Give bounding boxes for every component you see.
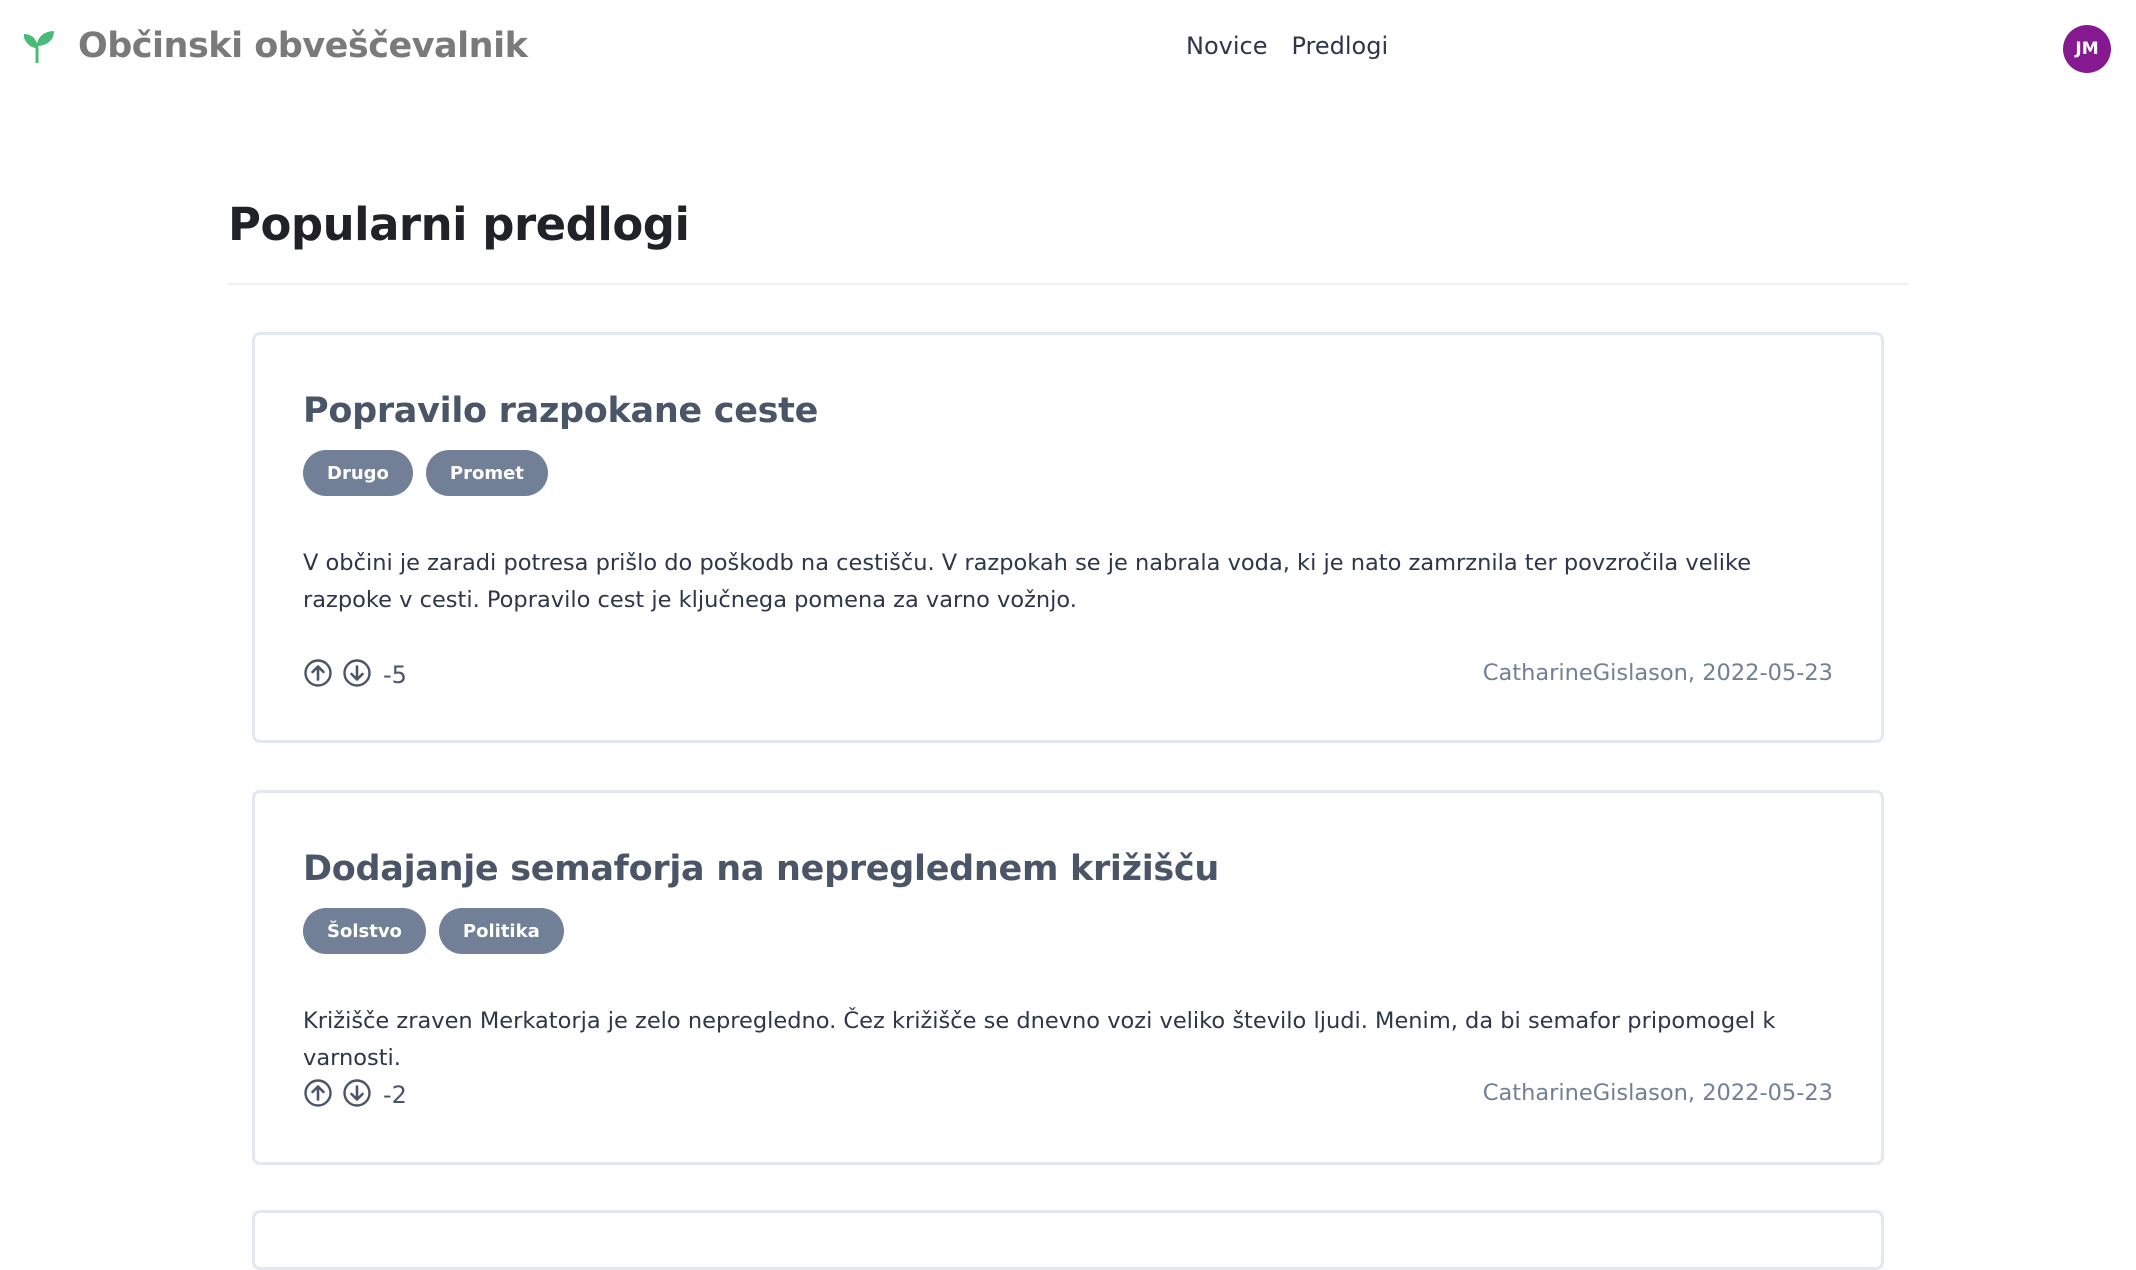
nav-item-predlogi[interactable]: Predlogi: [1291, 32, 1388, 60]
nav-item-novice[interactable]: Novice: [1186, 32, 1267, 60]
proposal-card[interactable]: Popravilo razpokane ceste Drugo Promet V…: [252, 332, 1884, 743]
brand-link[interactable]: Občinski obveščevalnik: [22, 26, 528, 66]
arrow-down-circle-icon: [343, 1079, 371, 1107]
arrow-up-circle-icon: [304, 659, 332, 687]
vote-score: -5: [383, 661, 407, 689]
tag-badge[interactable]: Drugo: [303, 450, 413, 496]
main-nav: Novice Predlogi: [1186, 32, 1388, 60]
downvote-button[interactable]: [342, 658, 372, 688]
downvote-button[interactable]: [342, 1078, 372, 1108]
tag-badge[interactable]: Promet: [425, 450, 548, 496]
vote-score: -2: [383, 1081, 407, 1109]
title-divider: [228, 283, 1908, 285]
vote-controls: -2: [303, 1078, 407, 1109]
seedling-icon: [23, 31, 54, 63]
proposal-card[interactable]: Dodajanje semaforja na nepreglednem križ…: [252, 790, 1884, 1165]
page-title: Popularni predlogi: [228, 198, 690, 251]
arrow-down-circle-icon: [343, 659, 371, 687]
upvote-button[interactable]: [303, 1078, 333, 1108]
proposal-footer: -2 CatharineGislason, 2022-05-23: [303, 1078, 1833, 1109]
tag-badge[interactable]: Politika: [438, 908, 564, 954]
proposal-title[interactable]: Popravilo razpokane ceste: [303, 391, 818, 431]
proposal-footer: -5 CatharineGislason, 2022-05-23: [303, 658, 1833, 689]
author-date: CatharineGislason, 2022-05-23: [1482, 660, 1833, 686]
tag-badge[interactable]: Šolstvo: [303, 908, 426, 954]
proposal-description: Križišče zraven Merkatorja je zelo nepre…: [303, 1008, 1776, 1071]
app-title: Občinski obveščevalnik: [78, 26, 528, 66]
upvote-button[interactable]: [303, 658, 333, 688]
arrow-up-circle-icon: [304, 1079, 332, 1107]
proposal-card[interactable]: [252, 1210, 1884, 1270]
user-avatar[interactable]: JM: [2063, 25, 2111, 73]
proposal-description: V občini je zaradi potresa prišlo do poš…: [303, 550, 1752, 613]
proposal-title[interactable]: Dodajanje semaforja na nepreglednem križ…: [303, 849, 1219, 889]
proposal-tags: Drugo Promet: [303, 450, 548, 496]
top-navbar: Občinski obveščevalnik Novice Predlogi J…: [0, 0, 2136, 98]
vote-controls: -5: [303, 658, 407, 689]
author-date: CatharineGislason, 2022-05-23: [1482, 1080, 1833, 1106]
proposal-tags: Šolstvo Politika: [303, 908, 564, 954]
